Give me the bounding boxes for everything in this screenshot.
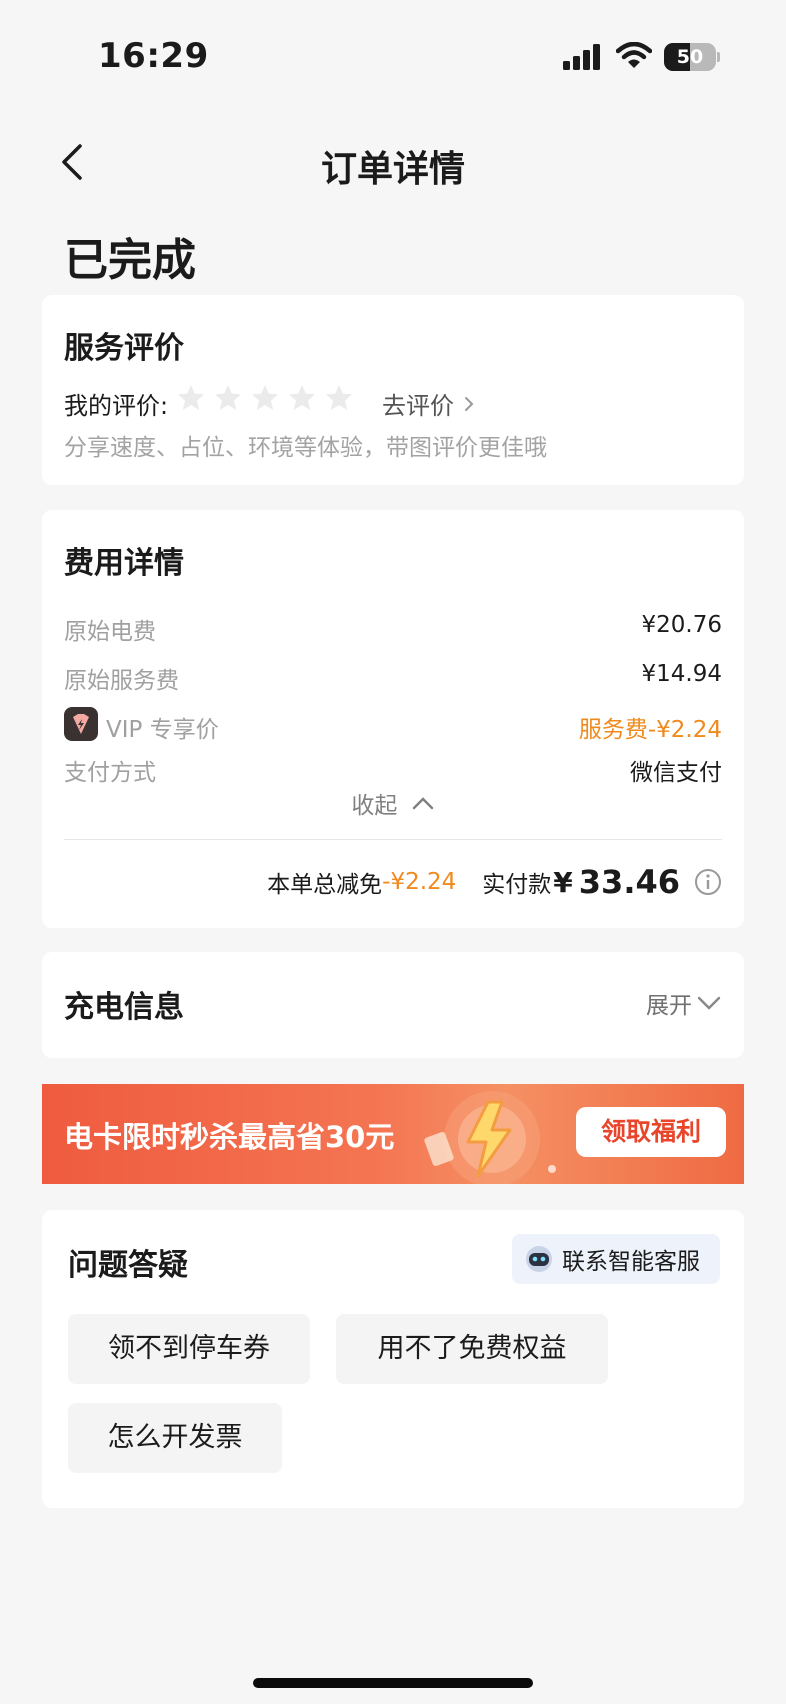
banner-text: 电卡限时秒杀最高省30元 [64,1120,395,1154]
charging-info-card: 充电信息 展开 [42,952,744,1058]
faq-chip[interactable]: 领不到停车券 [68,1314,310,1384]
fee-label: 原始电费 [64,619,156,645]
go-review-label: 去评价 [382,392,454,420]
robot-icon [526,1246,552,1272]
go-review-link[interactable]: 去评价 [382,386,476,421]
page-title: 订单详情 [320,149,465,190]
collapse-toggle[interactable]: 收起 [42,786,744,820]
currency-symbol: ¥ [553,865,573,899]
chevron-right-icon [465,396,474,411]
review-hint: 分享速度、占位、环境等体验，带图评价更佳哦 [64,435,547,461]
total-summary: 本单总减免 -¥2.24 实付款 ¥ 33.46 [267,862,722,902]
paid-label: 实付款 [482,872,552,898]
fee-details-card: 费用详情 原始电费 ¥20.76 原始服务费 ¥14.94 VIP 专享价 服务… [42,510,744,928]
faq-card: 问题答疑 联系智能客服 领不到停车券 用不了免费权益 怎么开发票 [42,1210,744,1508]
fee-value: ¥14.94 [641,661,722,687]
fee-row-electricity: 原始电费 ¥20.76 [64,612,722,646]
star-icon[interactable] [213,383,243,413]
paid-amount: 33.46 [578,863,680,901]
fee-value: 微信支付 [630,760,722,786]
total-discount-label: 本单总减免 [267,872,383,898]
battery-percent: 50 [676,46,704,68]
chevron-up-icon [412,797,433,810]
collapse-label: 收起 [351,793,398,819]
service-review-card: 服务评价 我的评价: 去评价 分享速度、占位、环境等体验，带图评价更佳哦 [42,295,744,485]
contact-support-label: 联系智能客服 [562,1249,700,1275]
fee-row-payment: 支付方式 微信支付 [64,753,722,787]
total-discount-value: -¥2.24 [382,869,457,895]
my-rating-label: 我的评价: [64,392,169,420]
fee-row-vip: VIP 专享价 服务费-¥2.24 [64,707,722,744]
battery-icon: 50 [664,43,720,71]
star-icon[interactable] [324,383,354,413]
star-icon[interactable] [250,383,280,413]
charging-title: 充电信息 [64,990,184,1025]
star-icon[interactable] [176,383,206,413]
fee-value: ¥20.76 [641,612,722,638]
vip-diamond-icon [64,707,98,741]
faq-title: 问题答疑 [68,1248,188,1283]
promo-banner[interactable]: 电卡限时秒杀最高省30元 领取福利 [42,1084,744,1184]
fee-row-service: 原始服务费 ¥14.94 [64,661,722,695]
review-title: 服务评价 [64,331,184,366]
wifi-icon [616,42,652,68]
status-bar: 16:29 50 [0,0,786,120]
fee-title: 费用详情 [64,546,184,581]
home-indicator [253,1678,533,1688]
contact-support-button[interactable]: 联系智能客服 [512,1234,720,1284]
status-time: 16:29 [98,36,209,76]
cellular-signal-icon [563,44,600,70]
divider [64,839,722,840]
order-status: 已完成 [64,235,196,286]
expand-toggle[interactable]: 展开 [646,986,722,1020]
fee-label: 原始服务费 [64,668,179,694]
fee-label: 支付方式 [64,760,156,786]
faq-chip[interactable]: 怎么开发票 [68,1403,282,1473]
star-icon[interactable] [287,383,317,413]
info-icon[interactable] [694,868,722,896]
chevron-down-icon [697,996,721,1010]
claim-benefit-button[interactable]: 领取福利 [576,1107,726,1157]
fee-value: 服务费-¥2.24 [578,717,722,743]
fee-label: VIP 专享价 [106,717,219,743]
expand-label: 展开 [646,993,692,1019]
faq-chip[interactable]: 用不了免费权益 [336,1314,608,1384]
